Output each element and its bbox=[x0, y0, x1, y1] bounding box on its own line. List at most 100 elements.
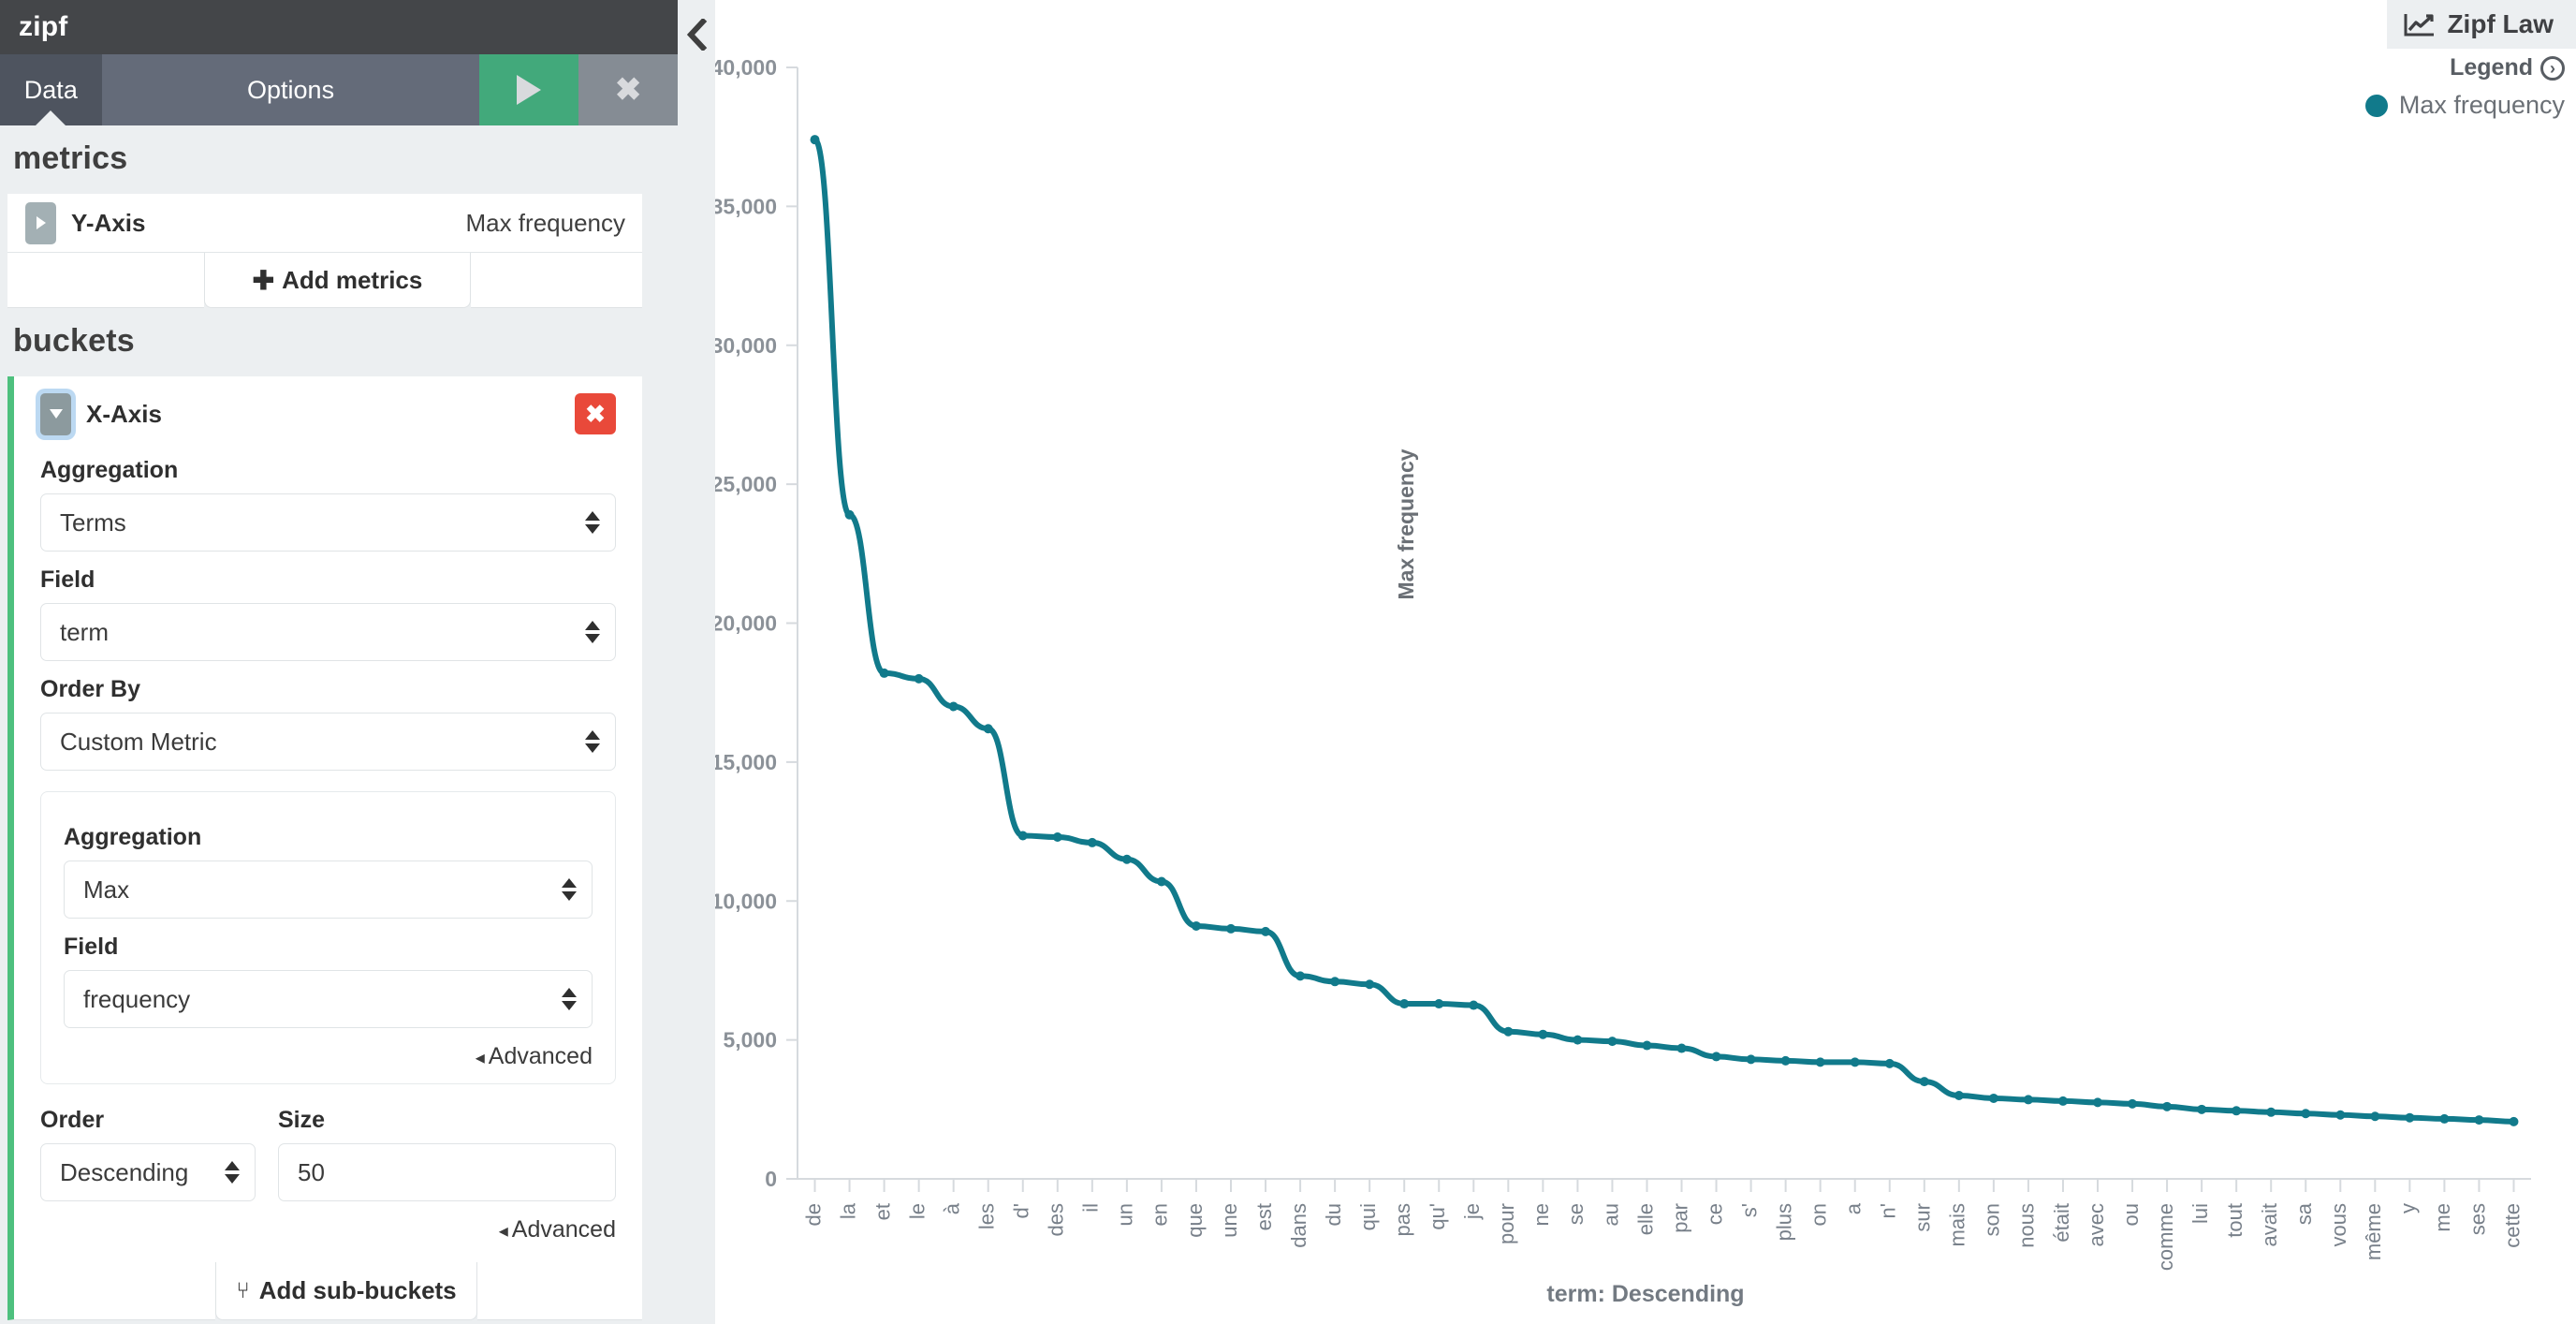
svg-text:30,000: 30,000 bbox=[715, 333, 777, 358]
svg-text:avec: avec bbox=[2085, 1203, 2108, 1246]
aggregation-select[interactable]: Terms bbox=[40, 493, 616, 552]
apply-changes-button[interactable] bbox=[479, 54, 579, 125]
bucket-card-x-axis: X-Axis ✖ Aggregation Terms Field term Or… bbox=[7, 376, 642, 1262]
metric-label: Y-Axis bbox=[71, 208, 146, 237]
order-column: Order Descending bbox=[40, 1092, 256, 1201]
svg-text:par: par bbox=[1668, 1203, 1691, 1233]
svg-text:n': n' bbox=[1877, 1203, 1900, 1218]
metrics-heading: metrics bbox=[13, 140, 128, 176]
sub-advanced-label: Advanced bbox=[488, 1043, 593, 1069]
add-subbuckets-button[interactable]: ⑂ Add sub-buckets bbox=[215, 1262, 477, 1320]
collapse-sidebar-button[interactable] bbox=[678, 13, 715, 56]
svg-text:25,000: 25,000 bbox=[715, 472, 777, 496]
visualization-editor-sidebar: zipf Data Options ✖ metrics Y-Axis Max f… bbox=[0, 0, 678, 1324]
add-metrics-button[interactable]: ✚ Add metrics bbox=[204, 253, 471, 308]
buckets-heading: buckets bbox=[13, 323, 135, 359]
select-spinner-icon bbox=[562, 878, 577, 901]
order-value: Descending bbox=[60, 1157, 189, 1186]
visualization-chart-panel: Zipf Law Legend › Max frequency Max freq… bbox=[715, 0, 2576, 1324]
add-metrics-row: ✚ Add metrics bbox=[7, 252, 642, 308]
svg-text:les: les bbox=[975, 1203, 999, 1229]
sub-advanced-toggle[interactable]: ◂ Advanced bbox=[64, 1043, 593, 1070]
svg-text:10,000: 10,000 bbox=[715, 889, 777, 913]
svg-text:y: y bbox=[2396, 1203, 2420, 1214]
svg-text:pour: pour bbox=[1495, 1203, 1518, 1244]
play-icon bbox=[517, 75, 542, 105]
chevron-left-icon bbox=[686, 19, 708, 51]
expand-metric-toggle[interactable] bbox=[25, 201, 56, 244]
add-subbuckets-gap-left bbox=[7, 1262, 215, 1320]
svg-text:des: des bbox=[1045, 1203, 1068, 1236]
svg-text:20,000: 20,000 bbox=[715, 611, 777, 636]
size-input[interactable]: 50 bbox=[278, 1143, 616, 1201]
svg-text:la: la bbox=[836, 1202, 859, 1219]
svg-text:au: au bbox=[1599, 1203, 1622, 1226]
bucket-advanced-toggle[interactable]: ◂ Advanced bbox=[40, 1216, 616, 1243]
custom-metric-subpanel: Aggregation Max Field frequency ◂ Advance… bbox=[40, 791, 616, 1084]
svg-text:ce: ce bbox=[1703, 1203, 1726, 1225]
bucket-label: X-Axis bbox=[86, 399, 162, 428]
metric-row-y-axis[interactable]: Y-Axis Max frequency bbox=[14, 194, 642, 252]
chart-svg: 0 5,000 10,000 15,000 20,000 25,000 30,000 35,0… bbox=[715, 55, 2531, 1271]
close-icon: ✖ bbox=[585, 399, 606, 428]
svg-text:lui: lui bbox=[2188, 1203, 2212, 1224]
sub-aggregation-value: Max bbox=[83, 875, 130, 904]
svg-text:d': d' bbox=[1010, 1203, 1033, 1218]
editor-scroll-area[interactable]: metrics Y-Axis Max frequency ✚ Add metri… bbox=[0, 125, 678, 1324]
svg-text:cette: cette bbox=[2500, 1203, 2524, 1248]
metrics-card: Y-Axis Max frequency bbox=[7, 194, 642, 252]
order-select[interactable]: Descending bbox=[40, 1143, 256, 1201]
select-spinner-icon bbox=[585, 511, 600, 534]
svg-text:qu': qu' bbox=[1426, 1203, 1449, 1230]
svg-text:qui: qui bbox=[1356, 1203, 1380, 1230]
svg-text:même: même bbox=[2362, 1203, 2385, 1260]
aggregation-value: Terms bbox=[60, 508, 126, 537]
vis-title: zipf bbox=[19, 11, 68, 42]
tab-options[interactable]: Options bbox=[101, 54, 480, 125]
kibana-visualize-app: zipf Data Options ✖ metrics Y-Axis Max f… bbox=[0, 0, 2576, 1324]
svg-text:il: il bbox=[1079, 1203, 1103, 1213]
remove-bucket-button[interactable]: ✖ bbox=[575, 393, 616, 434]
tab-data[interactable]: Data bbox=[0, 54, 102, 125]
svg-text:ses: ses bbox=[2466, 1203, 2489, 1235]
discard-changes-button[interactable]: ✖ bbox=[578, 54, 678, 125]
select-spinner-icon bbox=[585, 621, 600, 643]
sub-field-label: Field bbox=[64, 934, 119, 960]
sub-aggregation-select[interactable]: Max bbox=[64, 861, 593, 919]
sub-aggregation-label: Aggregation bbox=[64, 824, 202, 850]
tab-options-label: Options bbox=[247, 75, 335, 104]
svg-text:me: me bbox=[2431, 1203, 2454, 1232]
svg-text:dans: dans bbox=[1287, 1203, 1310, 1248]
svg-text:à: à bbox=[940, 1202, 963, 1214]
svg-text:5,000: 5,000 bbox=[723, 1028, 777, 1052]
sub-field-select[interactable]: frequency bbox=[64, 970, 593, 1028]
tab-data-label: Data bbox=[23, 75, 78, 104]
collapse-bucket-toggle[interactable] bbox=[40, 392, 71, 435]
order-by-label: Order By bbox=[40, 676, 140, 702]
svg-text:un: un bbox=[1114, 1203, 1137, 1226]
order-by-select[interactable]: Custom Metric bbox=[40, 713, 616, 771]
close-icon: ✖ bbox=[614, 72, 642, 108]
editor-tab-row: Data Options ✖ bbox=[0, 54, 678, 125]
select-spinner-icon bbox=[585, 730, 600, 753]
caret-left-icon: ◂ bbox=[498, 1221, 508, 1242]
select-spinner-icon bbox=[225, 1161, 240, 1184]
metric-value: Max frequency bbox=[465, 208, 625, 237]
svg-text:plus: plus bbox=[1772, 1203, 1795, 1241]
order-size-row: Order Descending Size 50 bbox=[40, 1092, 616, 1201]
order-by-value: Custom Metric bbox=[60, 727, 217, 756]
svg-text:de: de bbox=[801, 1203, 825, 1226]
chevron-down-icon bbox=[49, 409, 63, 419]
svg-text:a: a bbox=[1842, 1202, 1866, 1214]
svg-text:avait: avait bbox=[2258, 1203, 2281, 1246]
svg-text:sur: sur bbox=[1911, 1203, 1935, 1232]
svg-text:ou: ou bbox=[2119, 1203, 2143, 1226]
svg-text:je: je bbox=[1460, 1203, 1484, 1220]
branch-icon: ⑂ bbox=[236, 1277, 250, 1303]
order-label: Order bbox=[40, 1107, 105, 1133]
field-select[interactable]: term bbox=[40, 603, 616, 661]
add-metrics-gap-right bbox=[471, 253, 642, 308]
bucket-header: X-Axis ✖ bbox=[40, 386, 616, 442]
svg-text:son: son bbox=[1981, 1203, 2004, 1236]
field-value: term bbox=[60, 617, 109, 646]
